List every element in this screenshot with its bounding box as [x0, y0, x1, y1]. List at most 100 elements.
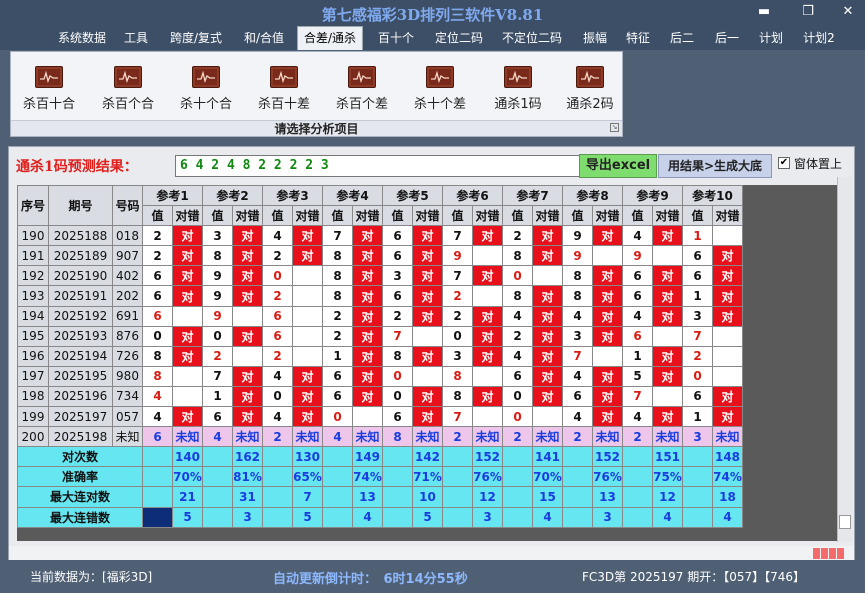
summary-value: 18: [712, 486, 743, 508]
table-row[interactable]: 195 2025193 876 0 对 0 对 6 2 对 7 0 对 2 对 3 对 6 7: [17, 325, 743, 347]
cell-value: 2: [442, 305, 473, 327]
cell-value: 0: [382, 365, 413, 387]
summary-spacer: [682, 486, 713, 508]
topmost-label: 窗体置上: [794, 157, 843, 171]
cell-value: 0: [142, 325, 173, 347]
ribbon-button-8[interactable]: 通杀2码: [558, 66, 622, 112]
cell-value: 6: [682, 265, 713, 287]
ribbon-button-1[interactable]: 杀百十合: [17, 66, 81, 112]
cell-value: 0: [322, 406, 353, 428]
tab-plan[interactable]: 计划: [753, 27, 789, 49]
cell-value: 1: [682, 225, 713, 247]
chart-icon: [504, 66, 532, 88]
cell-hit: 对: [352, 325, 383, 347]
cell-issue: 2025198: [48, 426, 113, 448]
cell-hit: [712, 345, 743, 367]
tab-sum[interactable]: 和/合值: [236, 27, 292, 49]
tab-amplitude[interactable]: 振幅: [577, 27, 613, 49]
ribbon-footer: 请选择分析项目: [11, 120, 622, 136]
table-row[interactable]: 192 2025190 402 6 对 9 对 0 8 对 3 对 7 对 0 8 对 6 对 6 对: [17, 265, 743, 287]
cell-hit: 对: [352, 305, 383, 327]
tab-pos-two[interactable]: 定位二码: [429, 27, 489, 49]
summary-value: 148: [712, 446, 743, 468]
tab-last-two[interactable]: 后二: [664, 27, 700, 49]
ribbon-button-label: 杀百十合: [22, 97, 75, 112]
topmost-checkbox[interactable]: ✔: [778, 157, 790, 169]
table-row[interactable]: 191 2025189 907 2 对 8 对 2 对 8 对 6 对 9 8 对 9 9 6 对: [17, 245, 743, 267]
cell-value: 4: [622, 406, 653, 428]
table-row[interactable]: 199 2025197 057 4 对 6 对 4 对 0 6 对 7 0 4 对 4 对 1 对: [17, 406, 743, 428]
cell-hit: 对: [292, 365, 323, 387]
table-row[interactable]: 193 2025191 202 6 对 9 对 2 8 对 6 对 2 8 对 8 对 6 对 1 对: [17, 285, 743, 307]
cell-value: 0: [502, 385, 533, 408]
tab-nonpos-two[interactable]: 不定位二码: [497, 27, 567, 49]
table-row-prediction[interactable]: 200 2025198 未知 6 未知 4 未知 2 未知 4 未知 8 未知 2 未知 2 未知 2 未知 2 未知 3…: [17, 426, 743, 448]
header-ref: 参考10: [682, 184, 743, 207]
table-row[interactable]: 198 2025196 734 4 1 对 0 对 6 对 0 对 8 对 0 对 6 对 7 6 对: [17, 385, 743, 408]
table-row[interactable]: 197 2025195 980 8 7 对 4 对 6 对 0 8 6 对 4 对 5 对 0: [17, 365, 743, 387]
cell-value: 8: [142, 365, 173, 387]
generate-button[interactable]: 用结果>生成大底: [658, 154, 772, 178]
cell-hit: [652, 245, 683, 267]
summary-value: 3: [232, 506, 263, 528]
header-chk: 对错: [412, 205, 443, 227]
restore-button[interactable]: ❐: [795, 3, 821, 21]
summary-value: 70%: [532, 466, 563, 488]
cell-hit: 对: [592, 385, 623, 408]
cell-value: 7: [442, 406, 473, 428]
cell-value: 7: [442, 225, 473, 247]
expand-icon[interactable]: ↘: [610, 123, 619, 132]
tab-diff-kill[interactable]: 合差/通杀: [297, 26, 363, 50]
cell-value: 6: [382, 406, 413, 428]
ribbon-button-4[interactable]: 杀百十差: [252, 66, 316, 112]
ribbon-button-6[interactable]: 杀十个差: [408, 66, 472, 112]
summary-spacer: [442, 446, 473, 468]
tab-plan2[interactable]: 计划2: [797, 27, 841, 49]
summary-spacer: [142, 446, 173, 468]
vertical-scrollbar[interactable]: [837, 177, 852, 542]
cell-hit: 对: [652, 406, 683, 428]
cell-value: 8: [142, 345, 173, 367]
scroll-thumb[interactable]: [839, 515, 851, 529]
draw-status: FC3D第 2025197 期开：【057】【746】: [582, 570, 806, 584]
cell-value: 2: [262, 426, 293, 448]
cell-hit: 对: [592, 265, 623, 287]
cell-hit: [412, 325, 443, 347]
tab-tools[interactable]: 工具: [118, 27, 154, 49]
cell-hit: 对: [232, 325, 263, 347]
table-row[interactable]: 194 2025192 691 6 9 6 2 对 2 对 2 对 4 对 4 对 4 对 3 对: [17, 305, 743, 327]
tab-span[interactable]: 跨度/复式: [163, 27, 229, 49]
tab-system-data[interactable]: 系统数据: [52, 27, 112, 49]
ribbon-button-2[interactable]: 杀百个合: [96, 66, 160, 112]
summary-row: 准确率 70% 81% 65% 74% 71% 76% 70% 76% 75% 74%: [17, 466, 743, 488]
tab-feature[interactable]: 特征: [620, 27, 656, 49]
cell-hit: [172, 365, 203, 387]
cell-hit: 对: [352, 345, 383, 367]
cell-hit: [592, 245, 623, 267]
table-row[interactable]: 196 2025194 726 8 对 2 2 1 对 8 对 3 对 4 对 7 1 对 2: [17, 345, 743, 367]
header-chk: 对错: [532, 205, 563, 227]
table-row[interactable]: 190 2025188 018 2 对 3 对 4 对 7 对 6 对 7 对 2 对 9 对 4 对 1: [17, 225, 743, 247]
ribbon-button-3[interactable]: 杀十个合: [174, 66, 238, 112]
summary-spacer: [682, 506, 713, 528]
cell-value: 4: [322, 426, 353, 448]
ribbon-button-5[interactable]: 杀百个差: [330, 66, 394, 112]
close-button[interactable]: ✕: [835, 3, 861, 21]
ribbon-button-7[interactable]: 通杀1码: [486, 66, 550, 112]
cell-value: 0: [262, 265, 293, 287]
summary-value: 65%: [292, 466, 323, 488]
tab-digits[interactable]: 百十个: [372, 27, 420, 49]
cell-hit: 对: [232, 365, 263, 387]
tab-last-one[interactable]: 后一: [709, 27, 745, 49]
cell-hit: 对: [472, 225, 503, 247]
summary-spacer: [142, 506, 173, 528]
header-ref: 参考7: [502, 184, 563, 207]
cell-hit: [292, 305, 323, 327]
cell-hit: 对: [712, 285, 743, 307]
cell-value: 6: [142, 285, 173, 307]
cell-hit: [292, 325, 323, 347]
summary-value: 142: [412, 446, 443, 468]
cell-hit: [652, 385, 683, 408]
export-excel-button[interactable]: 导出excel: [579, 154, 657, 178]
minimize-button[interactable]: ▬: [751, 3, 777, 21]
